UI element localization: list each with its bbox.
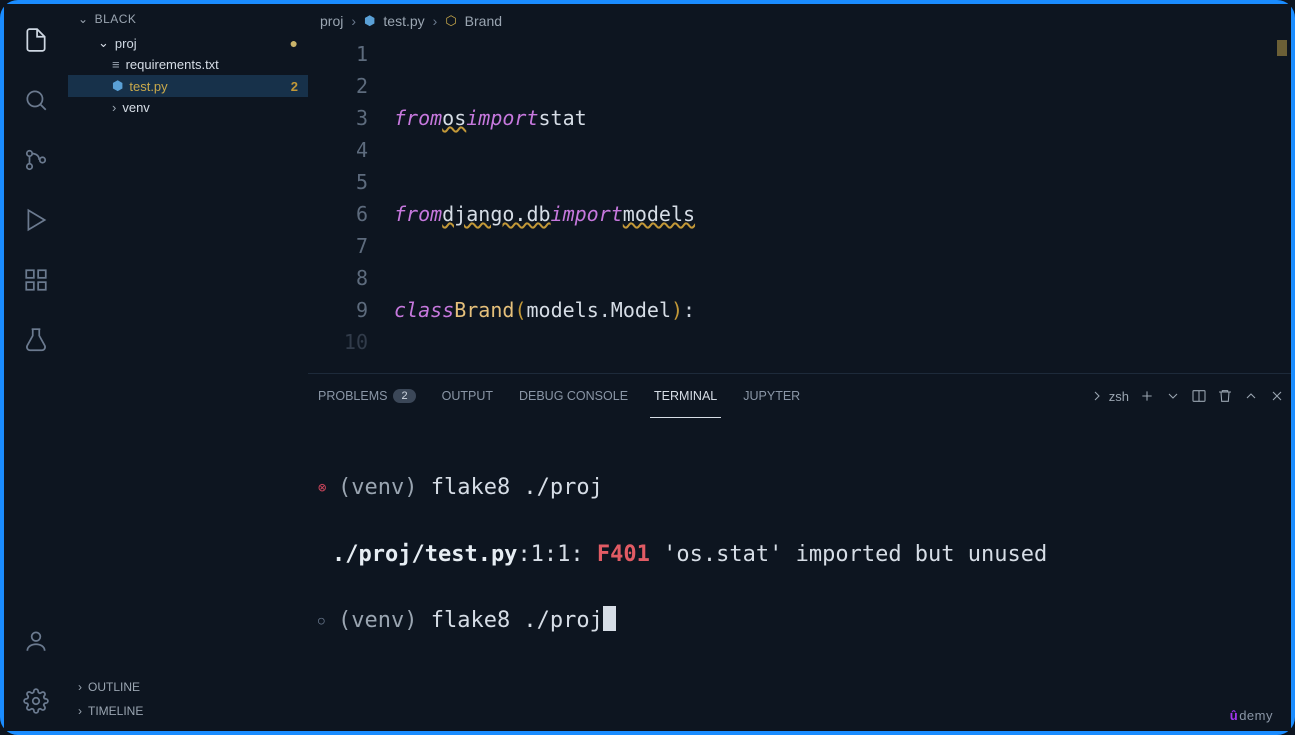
minimap-warning-marker (1277, 40, 1287, 56)
breadcrumb-sep-icon: › (433, 13, 438, 29)
line-gutter: 1 2 3 4 5 6 7 8 9 10 (308, 38, 394, 373)
breadcrumb-sep-icon: › (351, 13, 356, 29)
close-panel-button[interactable] (1269, 388, 1285, 404)
file-label: requirements.txt (126, 57, 219, 72)
breadcrumb-symbol: Brand (465, 13, 502, 29)
chevron-down-icon: ⌄ (98, 35, 109, 51)
bottom-panel: PROBLEMS 2 OUTPUT DEBUG CONSOLE TERMINAL… (308, 373, 1291, 731)
file-label: test.py (129, 79, 167, 94)
testing-icon[interactable] (12, 316, 60, 364)
terminal-output[interactable]: ⊗(venv) flake8 ./proj ./proj/test.py:1:1… (308, 418, 1291, 731)
timeline-label: TIMELINE (88, 704, 143, 718)
breadcrumb-folder: proj (320, 13, 343, 29)
account-icon[interactable] (12, 617, 60, 665)
run-debug-icon[interactable] (12, 196, 60, 244)
new-terminal-button[interactable] (1139, 388, 1155, 404)
tab-output[interactable]: OUTPUT (438, 389, 497, 403)
terminal-dropdown-icon[interactable] (1165, 388, 1181, 404)
folder-label: proj (115, 36, 137, 51)
problem-count-badge: 2 (291, 79, 298, 94)
python-file-icon: ⬢ (112, 78, 123, 94)
section-title: BLACK (95, 12, 137, 26)
folder-label: venv (122, 100, 149, 115)
udemy-watermark: demy (1230, 708, 1273, 723)
activity-bar (4, 4, 68, 731)
folder-proj[interactable]: ⌄ proj ● (68, 32, 308, 54)
terminal-cursor (603, 606, 616, 631)
search-icon[interactable] (12, 76, 60, 124)
split-terminal-button[interactable] (1191, 388, 1207, 404)
explorer-section-header[interactable]: ⌄ BLACK (68, 4, 308, 32)
source-control-icon[interactable] (12, 136, 60, 184)
class-symbol-icon: ⬡ (445, 13, 456, 29)
code-editor[interactable]: 1 2 3 4 5 6 7 8 9 10 from os import stat… (308, 38, 1291, 373)
kill-terminal-button[interactable] (1217, 388, 1233, 404)
error-bullet-icon: ⊗ (318, 472, 332, 505)
outline-label: OUTLINE (88, 680, 140, 694)
explorer-icon[interactable] (12, 16, 60, 64)
prompt-bullet-icon: ○ (318, 604, 332, 637)
chevron-right-icon: › (112, 100, 116, 115)
text-file-icon: ≡ (112, 57, 120, 72)
python-file-icon: ⬢ (364, 13, 375, 29)
file-requirements[interactable]: ≡ requirements.txt (68, 54, 308, 75)
timeline-section[interactable]: › TIMELINE (68, 699, 308, 723)
explorer-sidebar: ⌄ BLACK ⌄ proj ● ≡ requirements.txt ⬢ te… (68, 4, 308, 731)
extensions-icon[interactable] (12, 256, 60, 304)
settings-gear-icon[interactable] (12, 677, 60, 725)
main-area: proj › ⬢ test.py › ⬡ Brand 1 2 3 4 5 6 7… (308, 4, 1291, 731)
tab-problems[interactable]: PROBLEMS 2 (314, 389, 420, 403)
breadcrumb-file: test.py (383, 13, 424, 29)
chevron-down-icon: ⌄ (78, 12, 89, 26)
code-content[interactable]: from os import stat from django.db impor… (394, 38, 1291, 373)
file-test-py[interactable]: ⬢ test.py 2 (68, 75, 308, 97)
folder-venv[interactable]: › venv (68, 97, 308, 118)
terminal-shell-selector[interactable]: zsh (1089, 388, 1129, 404)
tab-debug-console[interactable]: DEBUG CONSOLE (515, 389, 632, 403)
breadcrumb[interactable]: proj › ⬢ test.py › ⬡ Brand (308, 4, 1291, 38)
modified-dot-icon: ● (290, 35, 298, 51)
chevron-right-icon: › (78, 680, 82, 694)
tab-terminal[interactable]: TERMINAL (650, 374, 721, 418)
outline-section[interactable]: › OUTLINE (68, 675, 308, 699)
chevron-right-icon: › (78, 704, 82, 718)
panel-tabs: PROBLEMS 2 OUTPUT DEBUG CONSOLE TERMINAL… (308, 374, 1291, 418)
tab-jupyter[interactable]: JUPYTER (739, 389, 804, 403)
maximize-panel-button[interactable] (1243, 388, 1259, 404)
problems-badge: 2 (393, 389, 415, 403)
